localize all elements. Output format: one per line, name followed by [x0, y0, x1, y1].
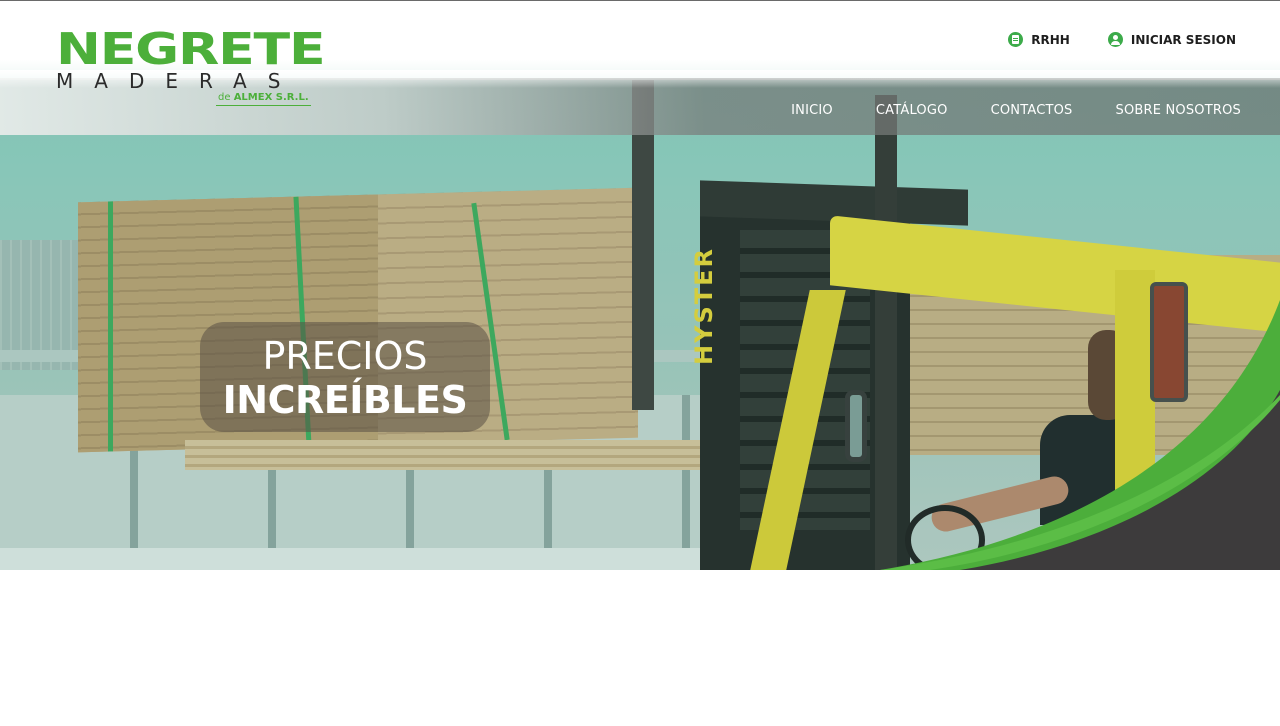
rrhh-label: RRHH	[1031, 32, 1070, 47]
page: HYSTER PRECIOS INCREÍBLES NEGRETE MADERA…	[0, 0, 1280, 726]
hero-headline-line1: PRECIOS	[262, 334, 428, 378]
nav-item-inicio[interactable]: INICIO	[791, 103, 833, 118]
logo-subtitle: MADERAS	[56, 69, 302, 93]
logo-tagline-company: ALMEX S.R.L.	[233, 92, 309, 103]
site-logo[interactable]: NEGRETE MADERAS de ALMEX S.R.L.	[56, 24, 326, 110]
nav-item-catalogo[interactable]: CATÁLOGO	[876, 103, 948, 118]
logo-wordmark: NEGRETE	[56, 24, 326, 75]
content-area	[0, 570, 1280, 726]
login-link[interactable]: INICIAR SESION	[1107, 32, 1236, 47]
hero-headline-line2: INCREÍBLES	[222, 378, 468, 422]
hero-headline: PRECIOS INCREÍBLES	[200, 322, 490, 432]
rrhh-link[interactable]: RRHH	[1008, 32, 1070, 47]
logo-tagline: de ALMEX S.R.L.	[216, 92, 311, 106]
main-nav: INICIO CATÁLOGO CONTACTOS SOBRE NOSOTROS	[791, 103, 1241, 118]
document-icon	[1008, 32, 1024, 47]
logo-tagline-prefix: de	[218, 92, 231, 103]
frame-top-line	[0, 0, 1280, 1]
nav-item-contactos[interactable]: CONTACTOS	[991, 103, 1073, 118]
nav-item-sobre-nosotros[interactable]: SOBRE NOSOTROS	[1116, 103, 1241, 118]
user-icon	[1107, 32, 1123, 47]
login-label: INICIAR SESION	[1130, 32, 1236, 47]
top-links: RRHH INICIAR SESION	[1008, 32, 1236, 47]
